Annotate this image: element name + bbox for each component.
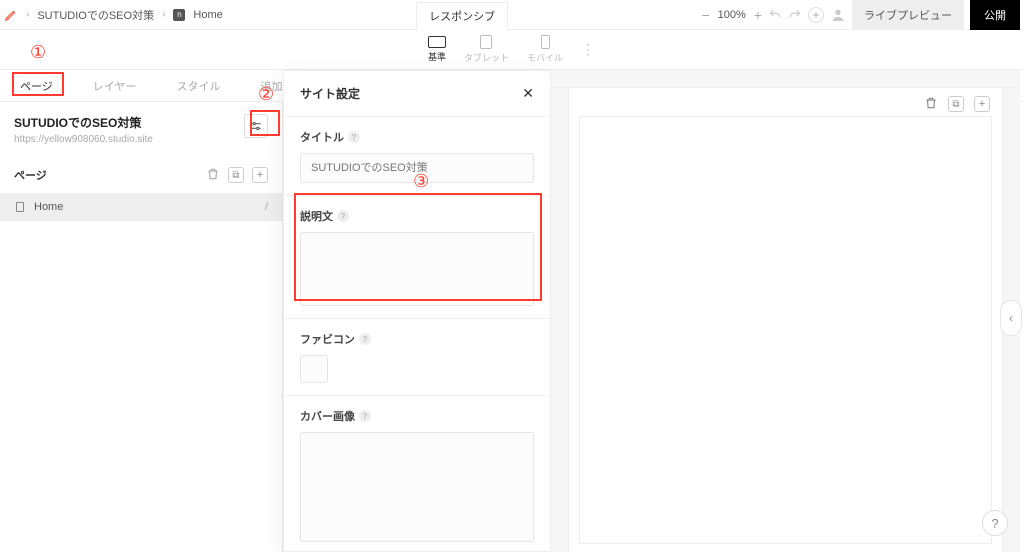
redo-icon[interactable] (788, 8, 802, 22)
section-description: 説明文? (284, 196, 550, 319)
pages-label: ページ (14, 167, 47, 183)
page-row[interactable]: Home / (0, 193, 282, 221)
publish-button[interactable]: 公開 (970, 0, 1020, 30)
top-bar: › SUTUDIOでのSEO対策 › n Home レスポンシブ − 100% … (0, 0, 1024, 30)
add-page-button[interactable]: + (252, 167, 268, 183)
trash-icon[interactable] (206, 167, 220, 181)
tab-responsive[interactable]: レスポンシブ (416, 2, 508, 30)
sidebar: SUTUDIOでのSEO対策 https://yellow908060.stud… (0, 102, 283, 552)
device-desktop[interactable]: 基準 (428, 36, 446, 63)
pen-icon[interactable] (4, 8, 18, 22)
device-tablet[interactable]: タブレット (464, 35, 509, 64)
favicon-label: ファビコン (300, 331, 355, 347)
user-icon[interactable] (830, 7, 846, 23)
cover-label: カバー画像 (300, 408, 355, 424)
live-preview-button[interactable]: ライブプレビュー (852, 0, 964, 30)
tab-page[interactable]: ページ (14, 74, 59, 98)
ruler-top (551, 70, 1020, 88)
zoom-in-icon[interactable]: + (754, 7, 762, 23)
section-favicon: ファビコン? (284, 319, 550, 396)
site-settings-panel: サイト設定 ✕ タイトル? 説明文? ファビコン? カバー画像? 言語? (283, 70, 551, 552)
annotation-3: ③ (413, 171, 429, 192)
hint-icon[interactable]: ? (359, 333, 371, 345)
collapse-panel-button[interactable]: ‹ (1000, 300, 1022, 336)
pages-list: Home / (0, 193, 282, 221)
page-stage[interactable] (579, 116, 992, 544)
annotation-1: ① (30, 42, 46, 63)
help-button[interactable]: ? (982, 510, 1008, 536)
tab-layer[interactable]: レイヤー (87, 74, 143, 98)
tablet-icon (480, 35, 492, 49)
breadcrumb: › SUTUDIOでのSEO対策 › n Home (4, 7, 223, 23)
hint-icon[interactable]: ? (348, 131, 360, 143)
annotation-2: ② (258, 84, 274, 105)
pages-header: ページ ⧉ + (0, 157, 282, 193)
canvas-area: ⧉ + (551, 70, 1020, 552)
breadcrumb-page[interactable]: Home (193, 9, 222, 21)
close-icon[interactable]: ✕ (522, 85, 534, 102)
site-info-block: SUTUDIOでのSEO対策 https://yellow908060.stud… (0, 102, 282, 157)
duplicate-icon[interactable]: ⧉ (948, 96, 964, 112)
sliders-icon (249, 119, 263, 133)
page-row-name: Home (34, 201, 63, 213)
page-icon (14, 201, 26, 213)
breadcrumb-project[interactable]: SUTUDIOでのSEO対策 (37, 7, 154, 23)
section-cover: カバー画像? (284, 396, 550, 552)
panel-title: サイト設定 (300, 85, 360, 102)
trash-icon[interactable] (924, 96, 938, 110)
zoom-value: 100% (718, 9, 746, 21)
duplicate-icon[interactable]: ⧉ (228, 167, 244, 183)
undo-icon[interactable] (768, 8, 782, 22)
breadcrumb-sep-icon: › (26, 9, 29, 20)
site-settings-button[interactable] (244, 114, 268, 138)
cover-upload[interactable] (300, 432, 534, 542)
ruler-left (551, 88, 569, 552)
add-element-button[interactable]: + (974, 96, 990, 112)
description-input[interactable] (300, 232, 534, 306)
mobile-icon (541, 35, 550, 49)
page-row-path: / (265, 201, 268, 213)
device-mobile[interactable]: モバイル (527, 35, 563, 64)
favicon-upload[interactable] (300, 355, 328, 383)
site-title: SUTUDIOでのSEO対策 (14, 114, 153, 131)
title-label: タイトル (300, 129, 344, 145)
zoom-out-icon[interactable]: − (701, 7, 709, 23)
more-devices-icon[interactable]: ⋮ (581, 41, 596, 58)
hint-icon[interactable]: ? (337, 210, 349, 222)
page-favicon-icon: n (173, 9, 185, 21)
tab-style[interactable]: スタイル (170, 74, 226, 98)
chevron-left-icon: ‹ (1009, 311, 1013, 325)
desktop-icon (428, 36, 446, 48)
breadcrumb-sep-icon: › (162, 9, 165, 20)
device-bar: 基準 タブレット モバイル ⋮ (0, 30, 1024, 70)
description-label: 説明文 (300, 208, 333, 224)
zoom-control: − 100% + (701, 7, 762, 23)
hint-icon[interactable]: ? (359, 410, 371, 422)
site-url: https://yellow908060.studio.site (14, 134, 153, 145)
add-collaborator-button[interactable]: + (808, 7, 824, 23)
